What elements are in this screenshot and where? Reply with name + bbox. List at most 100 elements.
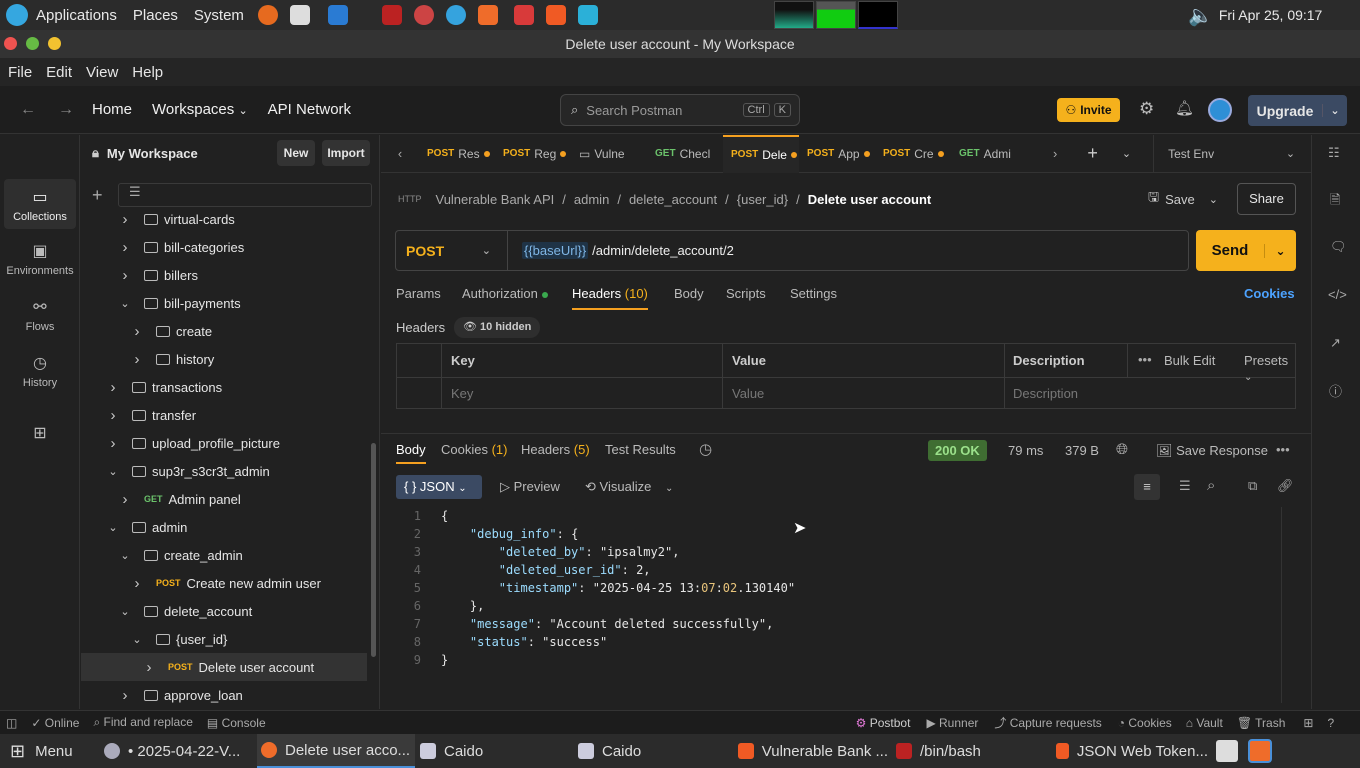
maximize-window-button[interactable] xyxy=(26,37,39,50)
settings-gear-icon[interactable]: ⚙ xyxy=(1139,99,1154,119)
more-options-icon[interactable]: ••• xyxy=(1276,442,1290,457)
tab-params[interactable]: Params xyxy=(396,286,441,301)
request-tab[interactable]: POST App xyxy=(799,135,875,173)
rail-collections[interactable]: ▭ Collections xyxy=(4,179,76,229)
tabs-overflow-icon[interactable]: ⌄ xyxy=(1122,147,1131,160)
copy-icon[interactable]: ⧉ xyxy=(1248,478,1257,494)
presets-dropdown[interactable]: Presets ⌄ xyxy=(1244,353,1295,383)
os-menu-places[interactable]: Places xyxy=(133,7,178,24)
wrap-lines-icon[interactable]: ≡ xyxy=(1134,474,1160,500)
minimize-window-button[interactable] xyxy=(48,37,61,50)
response-history-icon[interactable]: ◷ xyxy=(699,440,712,458)
help-icon[interactable]: ? xyxy=(1327,716,1334,730)
response-size[interactable]: 379 B xyxy=(1065,443,1099,458)
save-response-button[interactable]: 🖼︎ Save Response xyxy=(1156,443,1268,459)
request-tab[interactable]: POST Cre xyxy=(875,135,951,173)
add-icon[interactable]: + xyxy=(92,185,103,206)
chevron-right-icon[interactable]: › xyxy=(142,659,156,676)
chevron-right-icon[interactable]: › xyxy=(118,211,132,228)
format-selector[interactable]: { } JSON ⌄ xyxy=(396,475,482,499)
firefox-launcher-icon[interactable] xyxy=(257,5,278,25)
breadcrumb-folder-admin[interactable]: admin xyxy=(574,192,609,207)
rail-configure[interactable]: ⊞ xyxy=(4,423,76,447)
tree-folder[interactable]: › approve_loan xyxy=(81,681,367,709)
menu-view[interactable]: View xyxy=(86,64,118,81)
chevron-down-icon[interactable]: ⌄ xyxy=(118,549,132,562)
taskbar-item[interactable]: /bin/bash xyxy=(896,734,1046,768)
postman-launcher-icon[interactable] xyxy=(477,5,498,25)
tab-headers[interactable]: Headers (10) xyxy=(572,286,648,310)
chevron-down-icon[interactable]: ⌄ xyxy=(106,521,120,534)
tray-postman-icon[interactable] xyxy=(1248,739,1272,763)
online-status[interactable]: ✓ Online xyxy=(31,716,79,730)
distro-logo-icon[interactable] xyxy=(6,4,28,26)
files-launcher-icon[interactable] xyxy=(577,5,598,25)
tree-folder[interactable]: ⌄ sup3r_s3cr3t_admin xyxy=(81,457,367,485)
vault[interactable]: ⌂ Vault xyxy=(1186,716,1223,730)
environment-selector[interactable]: Test Env ⌄ xyxy=(1153,134,1303,173)
nav-api-network[interactable]: API Network xyxy=(268,101,351,118)
tree-folder[interactable]: › history xyxy=(81,345,367,373)
chevron-down-icon[interactable]: ⌄ xyxy=(118,297,132,310)
link-icon[interactable]: 🔗︎ xyxy=(1277,478,1294,494)
tree-folder[interactable]: ⌄ delete_account xyxy=(81,597,367,625)
workspace-name[interactable]: My Workspace xyxy=(107,146,198,161)
taskbar-item-active[interactable]: Delete user acco... xyxy=(257,734,415,768)
close-window-button[interactable] xyxy=(4,37,17,50)
comments-icon[interactable]: 🗨︎ xyxy=(1330,239,1347,255)
text-editor-launcher-icon[interactable] xyxy=(289,5,310,25)
brave-launcher-icon[interactable] xyxy=(545,5,566,25)
tree-folder[interactable]: › upload_profile_picture xyxy=(81,429,367,457)
os-menu-applications[interactable]: Applications xyxy=(36,7,117,24)
request-tab[interactable]: ▭ Vulne xyxy=(571,135,647,173)
sidebar-scrollbar[interactable] xyxy=(371,443,376,657)
info-icon[interactable]: ⓘ xyxy=(1329,381,1342,400)
tab-authorization[interactable]: Authorization xyxy=(462,286,548,301)
menu-file[interactable]: File xyxy=(8,64,32,81)
tab-body[interactable]: Body xyxy=(674,286,704,301)
hidden-headers-toggle[interactable]: 👁︎ 10 hidden xyxy=(454,317,541,338)
tree-folder[interactable]: ⌄ {user_id} xyxy=(81,625,367,653)
tree-folder[interactable]: ⌄ bill-payments xyxy=(81,289,367,317)
code-icon[interactable]: </> xyxy=(1328,287,1347,302)
key-input[interactable]: Key xyxy=(451,378,473,409)
menu-edit[interactable]: Edit xyxy=(46,64,72,81)
chevron-right-icon[interactable]: › xyxy=(106,435,120,452)
taskbar-menu[interactable]: ⊞ Menu xyxy=(10,734,73,768)
response-body-code[interactable]: 1{2 "debug_info": {3 "deleted_by": "ipsa… xyxy=(395,507,795,669)
breadcrumb-folder-delete-account[interactable]: delete_account xyxy=(629,192,717,207)
chevron-down-icon[interactable]: ⌄ xyxy=(1264,243,1296,258)
tree-request[interactable]: › POST Delete user account xyxy=(81,653,367,681)
response-time[interactable]: 79 ms xyxy=(1008,443,1043,458)
toggle-sidebar-icon[interactable]: ◫ xyxy=(6,716,17,730)
visualize-button[interactable]: ⟲ Visualize ⌄ xyxy=(585,479,673,495)
tree-folder[interactable]: › billers xyxy=(81,261,367,289)
share-button[interactable]: Share xyxy=(1237,183,1296,215)
chevron-right-icon[interactable]: › xyxy=(118,491,132,508)
new-button[interactable]: New xyxy=(277,140,315,166)
tray-app-icon[interactable] xyxy=(1216,740,1238,762)
new-tab-icon[interactable]: + xyxy=(1087,143,1098,164)
terminal-launcher-icon[interactable] xyxy=(381,5,402,25)
chevron-down-icon[interactable]: ⌄ xyxy=(106,465,120,478)
chevron-right-icon[interactable]: › xyxy=(130,323,144,340)
bulk-edit-button[interactable]: Bulk Edit xyxy=(1164,353,1215,368)
filter-icon[interactable]: ☰ xyxy=(1179,478,1191,494)
tab-settings[interactable]: Settings xyxy=(790,286,837,301)
description-input[interactable]: Description xyxy=(1013,378,1078,409)
telegram-launcher-icon[interactable] xyxy=(445,5,466,25)
tree-folder[interactable]: › transfer xyxy=(81,401,367,429)
tree-folder[interactable]: › transactions xyxy=(81,373,367,401)
save-button[interactable]: 🖫 Save ⌄ xyxy=(1148,185,1218,213)
chevron-right-icon[interactable]: › xyxy=(118,687,132,704)
chevron-right-icon[interactable]: › xyxy=(118,267,132,284)
back-arrow-icon[interactable]: ← xyxy=(20,101,36,119)
request-tab[interactable]: POST Res xyxy=(419,135,495,173)
notifications-bell-icon[interactable]: 🔔︎ xyxy=(1175,99,1194,117)
breadcrumb-collection[interactable]: Vulnerable Bank API xyxy=(436,192,555,207)
tree-folder[interactable]: ⌄ create_admin xyxy=(81,541,367,569)
cookies-link[interactable]: Cookies xyxy=(1244,286,1295,301)
preview-button[interactable]: ▷ Preview xyxy=(500,479,560,495)
upgrade-button[interactable]: Upgrade ⌄ xyxy=(1248,95,1347,126)
tree-folder[interactable]: ⌄ admin xyxy=(81,513,367,541)
